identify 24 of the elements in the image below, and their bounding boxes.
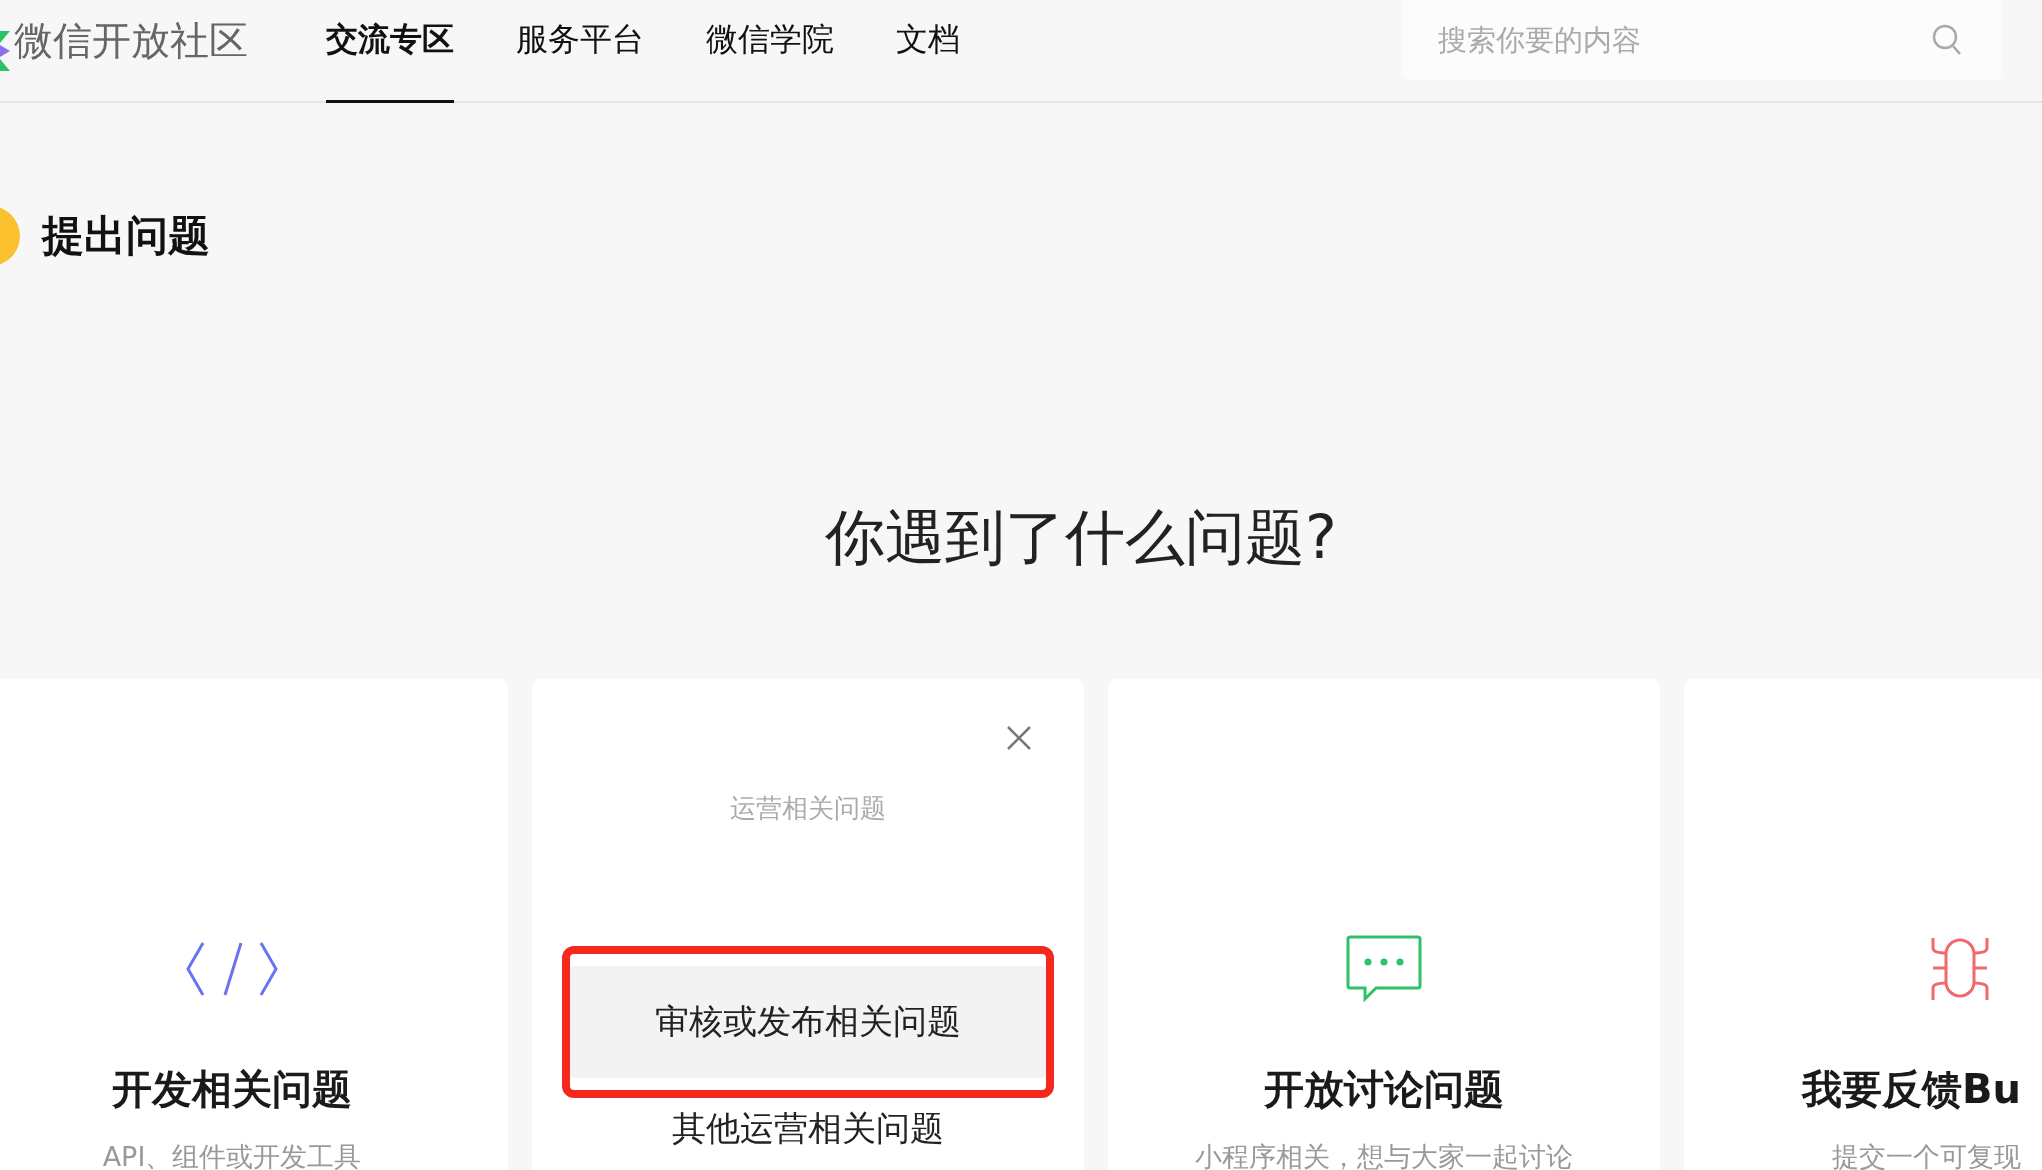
nav-tab[interactable]: 微信学院 bbox=[706, 0, 834, 103]
nav-tab[interactable]: 交流专区 bbox=[326, 0, 454, 103]
search-field[interactable]: 搜索你要的内容 bbox=[1402, 0, 2002, 80]
chat-icon bbox=[1346, 935, 1422, 1003]
question-heading: 你遇到了什么问题? bbox=[824, 501, 1338, 574]
code-icon bbox=[185, 941, 279, 997]
category-card[interactable]: 开放讨论问题 小程序相关，想与大家一起讨论 bbox=[1108, 679, 1660, 1170]
nav-tab[interactable]: 文档 bbox=[896, 0, 960, 103]
site-name[interactable]: 微信开放社区 bbox=[14, 13, 248, 88]
card-title: 开放讨论问题 bbox=[1264, 1065, 1504, 1114]
card-title: 我要反馈Bu bbox=[1802, 1065, 2021, 1114]
card-title: 开发相关问题 bbox=[112, 1065, 352, 1114]
card-subtitle: 小程序相关，想与大家一起讨论 bbox=[1195, 1140, 1573, 1170]
card-caption: 运营相关问题 bbox=[730, 792, 886, 825]
category-card[interactable]: 我要反馈Bu 提交一个可复现 bbox=[1684, 679, 2042, 1170]
search-input[interactable]: 搜索你要的内容 bbox=[1436, 22, 1932, 58]
bug-icon bbox=[1931, 938, 1989, 1000]
page-title: 提出问题 bbox=[42, 210, 210, 262]
menu-option[interactable]: 审核或发布相关问题 bbox=[570, 966, 1046, 1078]
category-card[interactable]: 开发相关问题 API、组件或开发工具 bbox=[0, 679, 508, 1170]
card-subtitle: 提交一个可复现 bbox=[1832, 1140, 2021, 1170]
card-subtitle: API、组件或开发工具 bbox=[102, 1140, 362, 1170]
search-icon[interactable] bbox=[1932, 24, 1962, 56]
nav-tab[interactable]: 服务平台 bbox=[516, 0, 644, 103]
